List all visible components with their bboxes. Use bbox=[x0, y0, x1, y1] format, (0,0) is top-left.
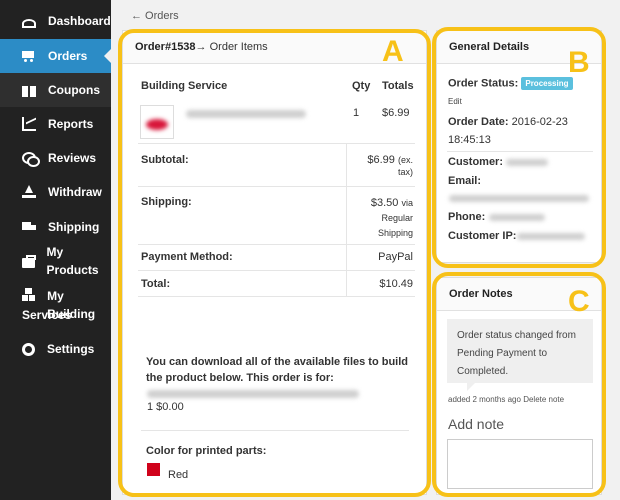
divider bbox=[138, 143, 415, 144]
sidebar-item-settings[interactable]: Settings bbox=[0, 332, 111, 366]
marker-c: C bbox=[568, 285, 590, 318]
total-value: $10.49 bbox=[379, 278, 413, 290]
dashboard-icon bbox=[22, 18, 36, 28]
add-note-label: Add note bbox=[448, 416, 505, 432]
sidebar-item-shipping[interactable]: Shipping bbox=[0, 210, 111, 244]
comments-icon bbox=[22, 151, 40, 167]
back-to-orders-link[interactable]: ← Orders bbox=[131, 10, 179, 22]
order-items-header: Order#1538 → Order Items bbox=[123, 31, 426, 64]
payment-method-label: Payment Method: bbox=[141, 251, 233, 263]
email-redacted[interactable] bbox=[449, 195, 589, 202]
divider bbox=[346, 144, 347, 296]
product-thumbnail[interactable] bbox=[140, 105, 174, 139]
download-price: 1 $0.00 bbox=[147, 401, 184, 413]
customer-ip-redacted bbox=[517, 233, 585, 240]
sidebar-item-my-products[interactable]: My Products bbox=[0, 244, 111, 278]
divider bbox=[138, 270, 415, 271]
shipping-label: Shipping: bbox=[141, 196, 192, 208]
sidebar-item-orders[interactable]: Orders bbox=[0, 39, 111, 73]
divider bbox=[138, 186, 415, 187]
briefcase-icon bbox=[22, 254, 36, 268]
sidebar-item-coupons[interactable]: Coupons bbox=[0, 73, 111, 107]
divider bbox=[447, 151, 593, 152]
order-date: Order Date: 2016-02-23 18:45:13 bbox=[448, 116, 568, 146]
item-total: $6.99 bbox=[382, 107, 410, 119]
line-chart-icon bbox=[22, 117, 36, 131]
gear-icon bbox=[22, 342, 35, 356]
column-header-qty: Qty bbox=[352, 80, 371, 92]
marker-a: A bbox=[382, 35, 404, 68]
email-label: Email: bbox=[448, 175, 482, 187]
order-number: Order#1538 bbox=[135, 41, 196, 53]
order-product-redacted bbox=[147, 390, 359, 398]
customer-label: Customer: bbox=[448, 156, 504, 168]
order-note: Order status changed from Pending Paymen… bbox=[447, 319, 593, 391]
divider bbox=[138, 296, 415, 297]
color-label: Color for printed parts: bbox=[146, 445, 267, 457]
status-badge: Processing bbox=[521, 77, 573, 90]
shipping-value: $3.50 via Regular Shipping bbox=[370, 197, 413, 238]
sidebar-item-withdraw[interactable]: Withdraw bbox=[0, 175, 111, 209]
upload-icon bbox=[22, 185, 36, 199]
phone-label: Phone: bbox=[448, 211, 486, 223]
download-info: You can download all of the available fi… bbox=[146, 356, 408, 384]
marker-b: B bbox=[568, 46, 590, 79]
column-header-service: Building Service bbox=[141, 80, 228, 92]
subtotal-label: Subtotal: bbox=[141, 154, 189, 166]
total-label: Total: bbox=[141, 278, 171, 290]
order-status-label: Order Status: Processing bbox=[448, 77, 573, 90]
note-meta: added 2 months ago Delete note bbox=[448, 395, 565, 404]
gift-icon bbox=[22, 85, 36, 97]
item-qty: 1 bbox=[353, 107, 360, 119]
sidebar-item-reviews[interactable]: Reviews bbox=[0, 141, 111, 175]
delete-note-link[interactable]: Delete note bbox=[523, 395, 564, 404]
cart-icon bbox=[22, 49, 36, 63]
subtotal-value: $6.99 (ex. tax) bbox=[367, 154, 413, 177]
color-swatch bbox=[147, 463, 160, 476]
color-value: Red bbox=[168, 469, 189, 481]
sidebar-item-my-building-services[interactable]: My Building Services bbox=[0, 282, 111, 328]
truck-icon bbox=[22, 220, 36, 234]
sidebar-item-dashboard[interactable]: Dashboard bbox=[0, 4, 111, 38]
sidebar: Dashboard Orders Coupons Reports Reviews… bbox=[0, 0, 111, 500]
sidebar-item-reports[interactable]: Reports bbox=[0, 107, 111, 141]
divider bbox=[138, 244, 415, 245]
product-name-redacted[interactable] bbox=[186, 110, 306, 118]
customer-ip-label: Customer IP: bbox=[448, 230, 517, 242]
payment-method-value: PayPal bbox=[378, 251, 413, 263]
order-items-title: → Order Items bbox=[195, 41, 268, 53]
phone-redacted bbox=[489, 214, 545, 221]
add-note-textarea[interactable] bbox=[447, 439, 593, 489]
column-header-totals: Totals bbox=[382, 80, 414, 92]
customer-name-redacted bbox=[506, 159, 548, 166]
edit-status-link[interactable]: Edit bbox=[448, 97, 462, 106]
cubes-icon bbox=[22, 288, 35, 302]
divider bbox=[141, 430, 409, 431]
